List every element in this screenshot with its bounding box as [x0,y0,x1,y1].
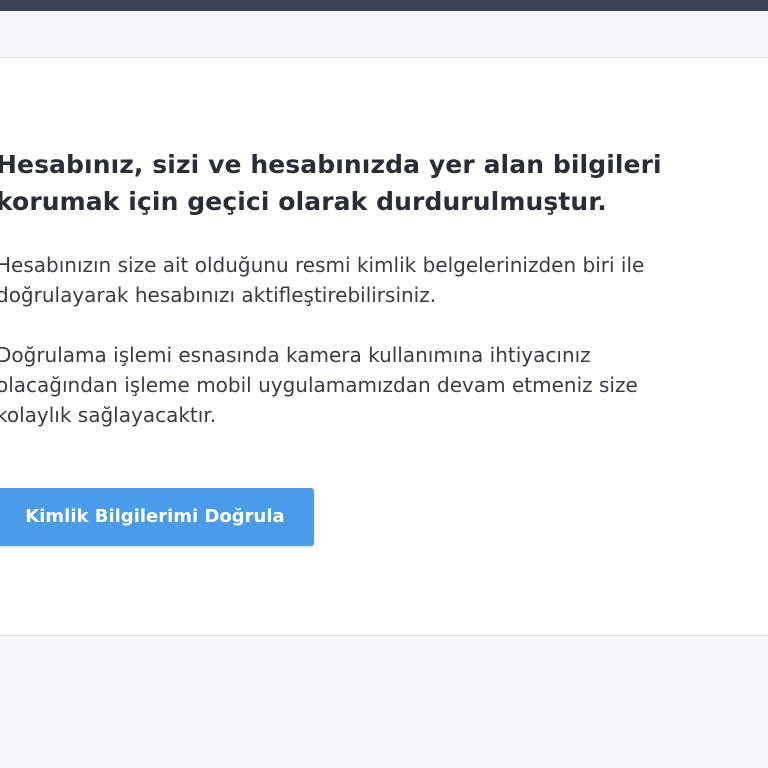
mobile-app-recommendation: Doğrulama işlemi esnasında kamera kullan… [0,340,736,430]
sub-header-bar [0,11,768,58]
verify-identity-button[interactable]: Kimlik Bilgilerimi Doğrula [0,488,314,546]
instructions-line-1: Hesabınızın size ait olduğunu resmi kiml… [0,253,645,277]
recommendation-line-3: kolaylık sağlayacaktır. [0,403,217,427]
heading-line-2: korumak için geçici olarak durdurulmuştu… [0,187,607,216]
page-title: Hesabınız, sizi ve hesabınızda yer alan … [0,146,736,220]
recommendation-line-1: Doğrulama işlemi esnasında kamera kullan… [0,343,591,367]
message-content: Hesabınız, sizi ve hesabınızda yer alan … [0,146,736,430]
account-suspended-card: Hesabınız, sizi ve hesabınızda yer alan … [0,58,768,636]
top-navigation-bar [0,0,768,11]
heading-line-1: Hesabınız, sizi ve hesabınızda yer alan … [0,150,662,179]
instructions-line-2: doğrulayarak hesabınızı aktifleştirebili… [0,283,437,307]
verification-instructions: Hesabınızın size ait olduğunu resmi kiml… [0,250,736,310]
recommendation-line-2: olacağından işleme mobil uygulamamızdan … [0,373,638,397]
